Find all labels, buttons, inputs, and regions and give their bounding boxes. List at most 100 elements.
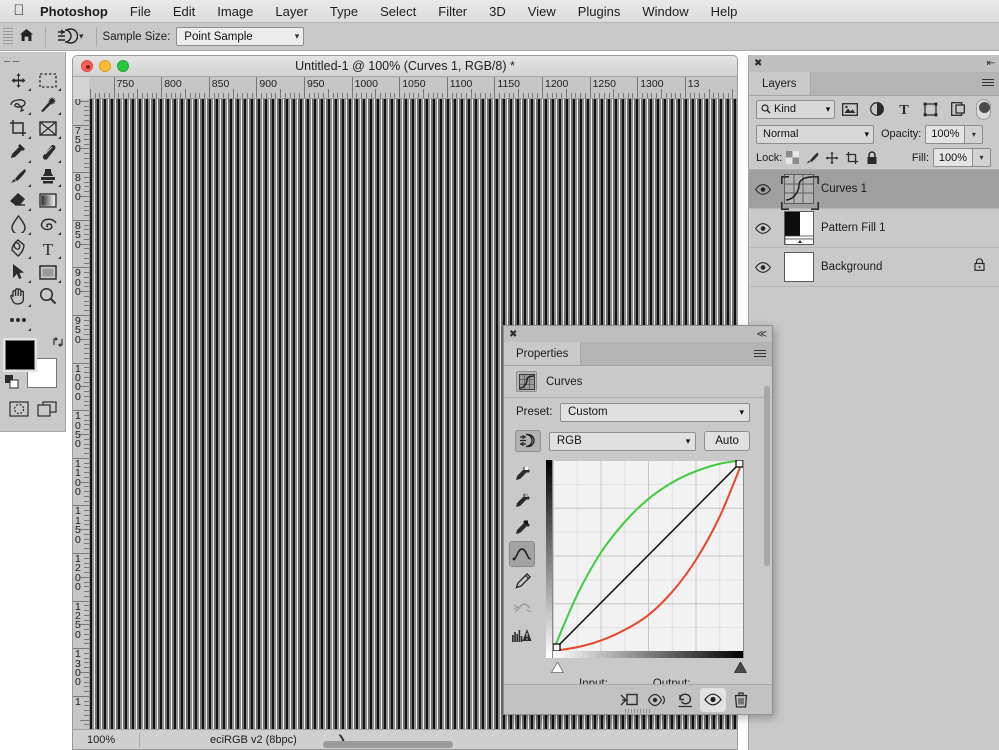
panel-resize-grip[interactable] bbox=[625, 709, 651, 713]
tools-panel-grip[interactable]: ⚊⚊ bbox=[0, 52, 65, 66]
zoom-tool[interactable] bbox=[33, 284, 63, 308]
menu-select[interactable]: Select bbox=[369, 0, 427, 23]
menu-3d[interactable]: 3D bbox=[478, 0, 517, 23]
toggle-layer-mask-button[interactable] bbox=[644, 688, 670, 712]
tab-layers[interactable]: Layers bbox=[749, 72, 811, 95]
layer-visibility-toggle[interactable] bbox=[749, 222, 777, 234]
menu-file[interactable]: File bbox=[119, 0, 162, 23]
healing-brush-tool[interactable] bbox=[33, 140, 63, 164]
screen-mode-icon[interactable] bbox=[33, 398, 61, 420]
preset-select[interactable]: Custom ▾ bbox=[560, 402, 750, 422]
on-image-adjust-icon[interactable] bbox=[515, 430, 541, 452]
auto-button[interactable]: Auto bbox=[704, 431, 750, 451]
sample-size-select[interactable]: Point Sample ▾ bbox=[176, 27, 305, 46]
panel-menu-icon[interactable] bbox=[982, 79, 994, 88]
horizontal-scrollbar[interactable] bbox=[323, 741, 453, 748]
lock-position[interactable] bbox=[822, 148, 842, 168]
collapse-panel-icon[interactable]: ≪ bbox=[757, 329, 767, 340]
table-row[interactable]: Pattern Fill 1 bbox=[749, 209, 999, 248]
eraser-tool[interactable] bbox=[3, 188, 33, 212]
chevron-down-icon[interactable]: ▾ bbox=[79, 31, 84, 42]
path-selection-tool[interactable] bbox=[3, 260, 33, 284]
properties-scrollbar[interactable] bbox=[764, 386, 770, 566]
expand-panel-icon[interactable]: ⇤ bbox=[987, 58, 995, 69]
menu-photoshop[interactable]: Photoshop bbox=[38, 0, 119, 23]
opacity-stepper[interactable]: ▾ bbox=[965, 124, 984, 144]
blur-tool[interactable] bbox=[3, 212, 33, 236]
layer-thumbnail[interactable] bbox=[777, 252, 821, 282]
menu-type[interactable]: Type bbox=[319, 0, 369, 23]
more-tools[interactable] bbox=[3, 308, 33, 332]
horizontal-ruler[interactable]: 7007508008509009501000105011001150120012… bbox=[89, 77, 737, 99]
filter-type-layers[interactable]: T bbox=[891, 98, 916, 120]
crop-tool[interactable] bbox=[3, 116, 33, 140]
menu-edit[interactable]: Edit bbox=[162, 0, 206, 23]
layer-name[interactable]: Curves 1 bbox=[821, 183, 867, 195]
vertical-ruler[interactable]: 7007508008509009501000105011001150120012… bbox=[73, 99, 90, 749]
table-row[interactable]: Curves 1 bbox=[749, 170, 999, 210]
clip-to-layer-button[interactable] bbox=[616, 688, 642, 712]
menu-view[interactable]: View bbox=[517, 0, 567, 23]
quick-mask-icon[interactable] bbox=[5, 398, 33, 420]
white-point-eyedropper[interactable] bbox=[509, 460, 535, 486]
layer-name[interactable]: Background bbox=[821, 261, 882, 273]
black-point-eyedropper[interactable] bbox=[509, 514, 535, 540]
brush-tool[interactable] bbox=[3, 164, 33, 188]
menu-image[interactable]: Image bbox=[206, 0, 264, 23]
zoom-level[interactable]: 100% bbox=[73, 734, 139, 746]
move-tool[interactable] bbox=[3, 68, 33, 92]
smooth-curve-button[interactable] bbox=[509, 595, 535, 621]
gray-point-eyedropper[interactable] bbox=[509, 487, 535, 513]
menu-help[interactable]: Help bbox=[700, 0, 749, 23]
menu-plugins[interactable]: Plugins bbox=[567, 0, 632, 23]
channel-select[interactable]: RGB ▾ bbox=[548, 431, 697, 451]
layer-name[interactable]: Pattern Fill 1 bbox=[821, 222, 886, 234]
fill-stepper[interactable]: ▾ bbox=[973, 148, 991, 167]
filter-shape-layers[interactable] bbox=[918, 98, 943, 120]
lock-artboard-nesting[interactable] bbox=[842, 148, 862, 168]
panel-menu-icon[interactable] bbox=[754, 350, 766, 359]
menu-filter[interactable]: Filter bbox=[427, 0, 478, 23]
close-icon[interactable]: ✖ bbox=[509, 329, 517, 340]
curve-control-point[interactable] bbox=[553, 643, 561, 651]
tab-properties[interactable]: Properties bbox=[504, 342, 582, 365]
type-tool[interactable]: T bbox=[33, 236, 63, 260]
white-point-slider[interactable] bbox=[733, 660, 748, 673]
filter-adjustment-layers[interactable] bbox=[864, 98, 889, 120]
close-icon[interactable]: ✖ bbox=[754, 58, 762, 69]
rectangular-select-tool[interactable] bbox=[33, 68, 63, 92]
curve-control-point[interactable] bbox=[735, 460, 743, 468]
dodge-tool[interactable] bbox=[33, 212, 63, 236]
blend-mode-select[interactable]: Normal ▾ bbox=[756, 124, 874, 144]
reset-adjustment-button[interactable] bbox=[672, 688, 698, 712]
document-title-bar[interactable]: Untitled-1 @ 100% (Curves 1, RGB/8) * bbox=[73, 56, 737, 77]
options-bar-grip[interactable] bbox=[3, 27, 13, 46]
toggle-layer-visibility-button[interactable] bbox=[700, 687, 726, 712]
table-row[interactable]: Background bbox=[749, 248, 999, 287]
lasso-tool[interactable] bbox=[3, 92, 33, 116]
curve-lines[interactable] bbox=[553, 460, 743, 651]
menu-window[interactable]: Window bbox=[631, 0, 699, 23]
home-icon[interactable] bbox=[13, 28, 39, 45]
stamp-tool[interactable] bbox=[33, 164, 63, 188]
filter-smart-objects[interactable] bbox=[945, 98, 970, 120]
curve-point-tool[interactable] bbox=[509, 541, 535, 567]
magic-wand-tool[interactable] bbox=[33, 92, 63, 116]
filter-enable-toggle[interactable] bbox=[976, 98, 991, 120]
default-colors-icon[interactable] bbox=[5, 375, 19, 394]
lock-transparent-pixels[interactable] bbox=[782, 148, 802, 168]
shape-tool[interactable] bbox=[33, 260, 63, 284]
fill-input[interactable]: 100% bbox=[933, 148, 973, 167]
delete-adjustment-button[interactable] bbox=[728, 688, 754, 712]
histogram-clipping-warning[interactable] bbox=[509, 622, 535, 648]
layer-visibility-toggle[interactable] bbox=[749, 261, 777, 273]
pencil-draw-curve-tool[interactable] bbox=[509, 568, 535, 594]
lock-all[interactable] bbox=[862, 148, 882, 168]
apple-logo-icon[interactable]:  bbox=[0, 3, 38, 20]
black-point-slider[interactable] bbox=[550, 660, 565, 673]
swap-arrows-icon[interactable] bbox=[52, 336, 64, 351]
filter-kind-select[interactable]: Kind ▾ bbox=[756, 99, 836, 119]
gradient-tool[interactable] bbox=[33, 188, 63, 212]
layer-thumbnail[interactable] bbox=[777, 174, 821, 210]
lock-image-pixels[interactable] bbox=[802, 148, 822, 168]
